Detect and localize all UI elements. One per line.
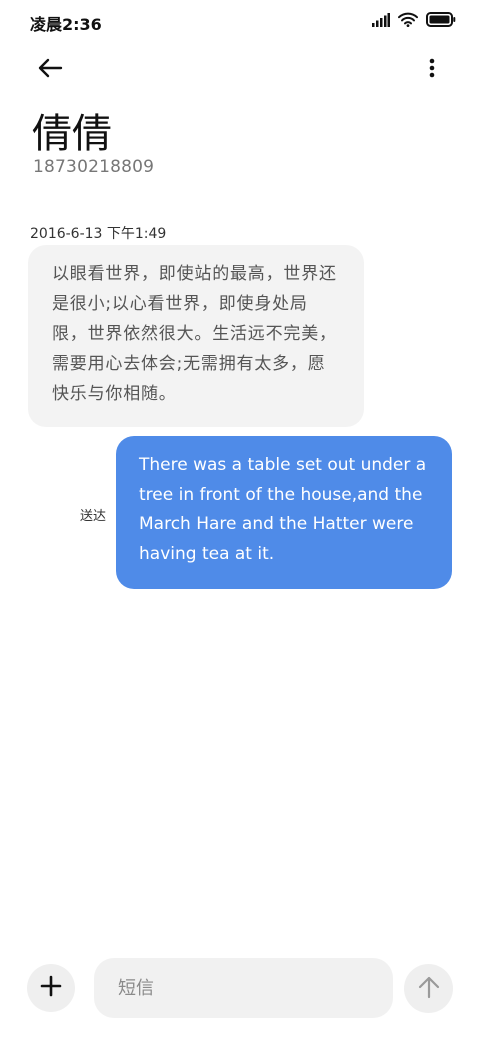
back-arrow-icon bbox=[37, 58, 63, 82]
message-input[interactable] bbox=[94, 958, 393, 1018]
delivery-status: 送达 bbox=[80, 509, 107, 524]
incoming-message-text: 以眼看世界，即使站的最高，世界还是很小;以心看世界，即使身处局限，世界依然很大。… bbox=[52, 264, 337, 404]
more-options-button[interactable] bbox=[422, 54, 442, 86]
contact-name: 倩倩 bbox=[32, 111, 112, 157]
incoming-message-bubble[interactable]: 以眼看世界，即使站的最高，世界还是很小;以心看世界，即使身处局限，世界依然很大。… bbox=[28, 245, 364, 427]
message-timestamp: 2016-6-13 下午1:49 bbox=[30, 226, 167, 242]
contact-phone: 18730218809 bbox=[33, 157, 155, 177]
status-bar: 凌晨2:36 bbox=[0, 0, 480, 40]
plus-icon bbox=[40, 975, 62, 1001]
wifi-icon bbox=[398, 12, 418, 31]
status-icons bbox=[372, 12, 456, 31]
send-arrow-icon bbox=[418, 975, 440, 1003]
signal-icon bbox=[372, 12, 390, 31]
top-bar bbox=[0, 48, 480, 90]
add-attachment-button[interactable] bbox=[27, 964, 75, 1012]
more-vertical-icon bbox=[429, 58, 435, 82]
status-time: 凌晨2:36 bbox=[30, 15, 102, 34]
back-button[interactable] bbox=[34, 54, 66, 86]
outgoing-message-text: There was a table set out under a tree i… bbox=[139, 455, 427, 564]
outgoing-message-bubble[interactable]: There was a table set out under a tree i… bbox=[116, 436, 452, 589]
send-button[interactable] bbox=[404, 964, 453, 1013]
battery-icon bbox=[426, 12, 456, 31]
